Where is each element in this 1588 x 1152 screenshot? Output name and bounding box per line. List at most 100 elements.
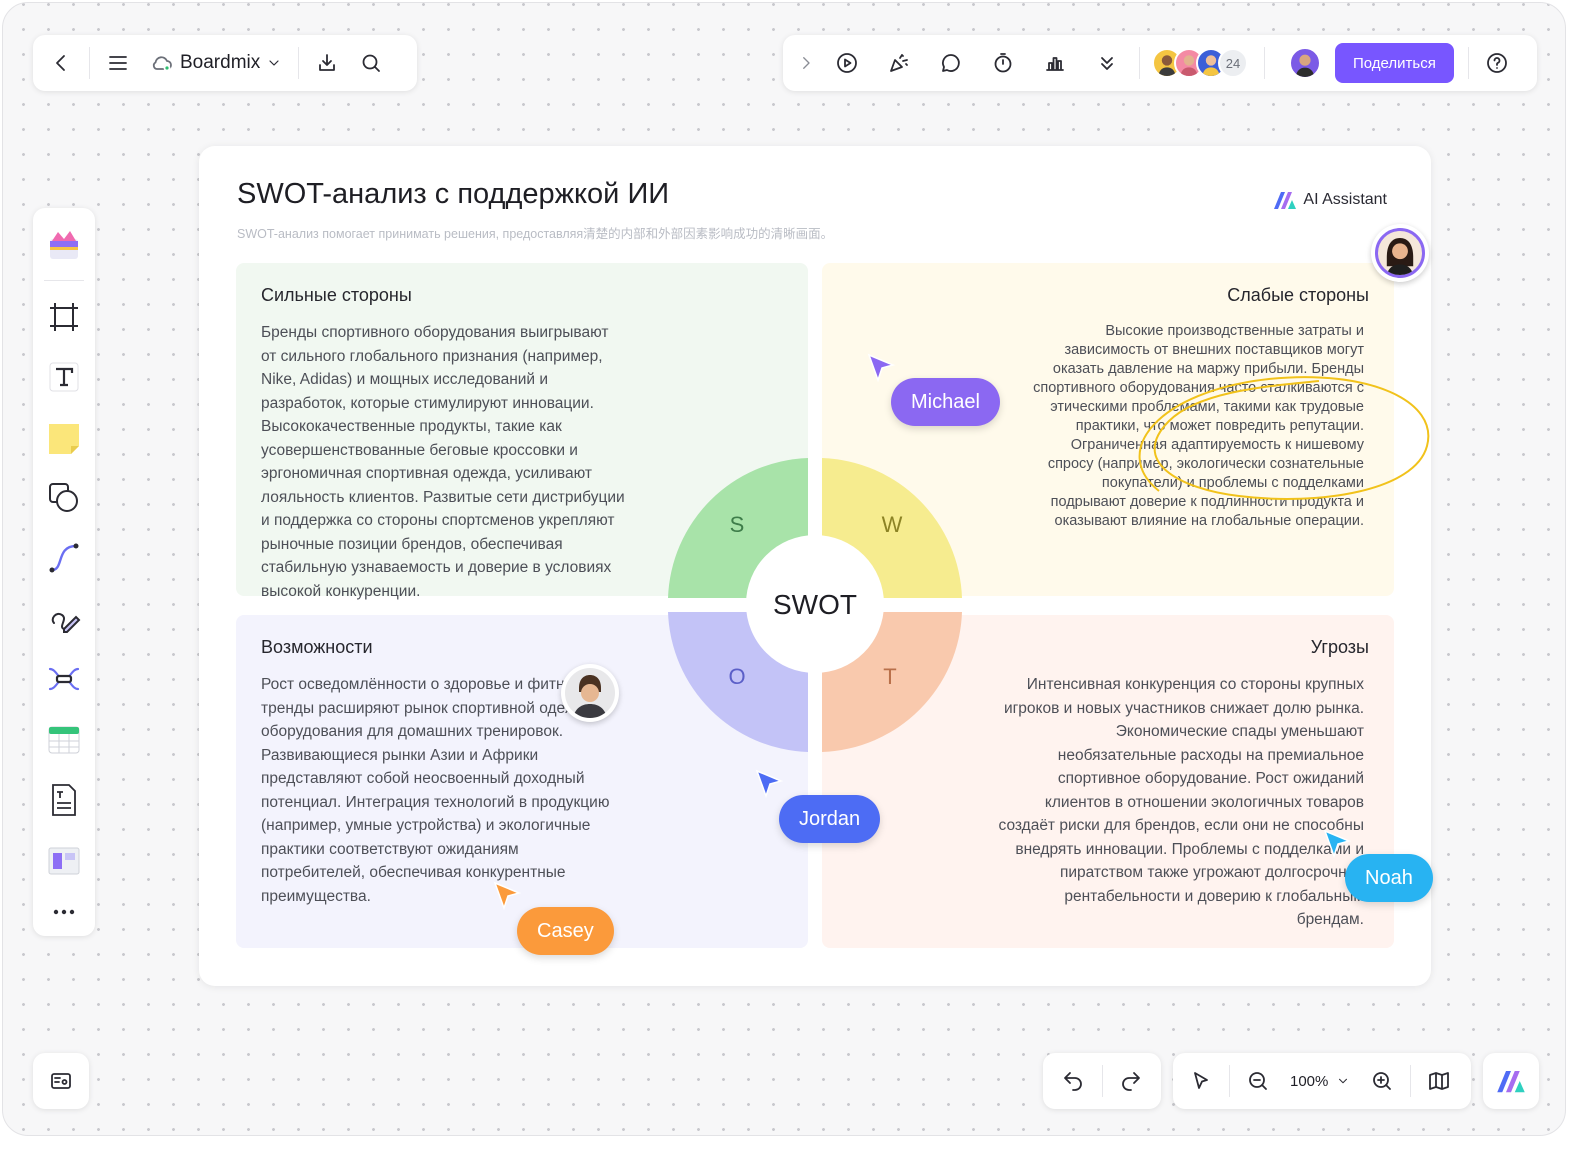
text-line: преимущества. <box>261 887 371 905</box>
cursor-label-noah: Noah <box>1345 854 1433 902</box>
map-location-icon <box>51 1073 71 1089</box>
chevron-left-icon <box>56 55 65 71</box>
strengths-title: Сильные стороны <box>261 285 412 305</box>
help-button[interactable] <box>1475 41 1519 85</box>
collapse-toolbar-button[interactable] <box>791 41 821 85</box>
text-line: брендам. <box>1296 911 1364 928</box>
text-line: клиентов в отношении экологичных товаров <box>1044 793 1364 811</box>
connector-tool[interactable] <box>39 531 89 585</box>
text-line: необязательные расходы на премиальное <box>1057 746 1364 764</box>
download-icon <box>319 54 336 71</box>
select-tool-button[interactable] <box>1179 1059 1223 1103</box>
text-line: лояльность клиентов. Развитые сети дистр… <box>261 488 625 506</box>
collaborator-count: 24 <box>1218 48 1248 78</box>
text-icon <box>49 362 79 392</box>
text-line: зависимость от внешних поставщиков могут <box>1064 342 1364 358</box>
more-tools-button[interactable] <box>1081 41 1133 85</box>
swot-letter-o: O <box>728 664 745 689</box>
avatar <box>1375 228 1425 278</box>
zoom-out-button[interactable] <box>1236 1059 1280 1103</box>
redo-button[interactable] <box>1108 1059 1153 1103</box>
tools-sidebar <box>33 208 95 936</box>
menu-button[interactable] <box>96 41 140 85</box>
templates-tool[interactable] <box>39 218 89 272</box>
opportunities-title: Возможности <box>261 637 373 657</box>
divider <box>1139 47 1140 79</box>
map-view-button[interactable] <box>1417 1059 1461 1103</box>
ai-logo-icon <box>1274 192 1297 209</box>
mind-map-icon <box>48 668 80 691</box>
vote-icon <box>1046 57 1064 71</box>
collaborator-avatars[interactable]: 24 <box>1146 48 1248 78</box>
share-button[interactable]: Поделиться <box>1335 43 1454 83</box>
text-line: стабильную узнаваемость и доверие в усло… <box>261 559 612 576</box>
swot-letter-s: S <box>730 512 745 537</box>
text-line: оказывают влияние на глобальные операции… <box>1054 513 1364 529</box>
freehand-annotation[interactable] <box>1119 361 1439 511</box>
ai-assistant-badge[interactable]: AI Assistant <box>1273 190 1387 210</box>
threats-text: Интенсивная конкуренция со стороны крупн… <box>972 673 1364 932</box>
chevron-down-icon <box>269 60 279 66</box>
sticky-note-icon <box>49 423 79 454</box>
strengths-text: Бренды спортивного оборудования выигрыва… <box>261 321 656 603</box>
page-subtitle: SWOT-анализ помогает принимать решения, … <box>237 227 834 241</box>
zoom-in-button[interactable] <box>1360 1059 1404 1103</box>
board-name-dropdown[interactable]: Boardmix <box>140 51 292 75</box>
text-line: потребителей, обеспечивая конкурентные <box>261 864 566 881</box>
pen-tool[interactable] <box>39 592 89 646</box>
back-button[interactable] <box>39 41 83 85</box>
more-tools-button[interactable] <box>39 894 89 930</box>
history-controls <box>1043 1053 1161 1109</box>
frame-icon <box>50 302 78 331</box>
connector-icon <box>49 543 79 573</box>
minimap-toggle[interactable] <box>33 1053 89 1109</box>
text-line: пиратством также угрожают долгосрочной <box>1059 864 1364 881</box>
table-tool[interactable] <box>39 713 89 767</box>
swot-letter-w: W <box>882 512 903 537</box>
text-line: разработок, которые стимулируют инноваци… <box>261 394 594 412</box>
cursor-arrow-michael <box>867 353 896 383</box>
templates-icon <box>50 231 78 260</box>
text-line: эргономичная спортивная одежда, усиливаю… <box>261 465 592 482</box>
threats-title: Угрозы <box>1310 637 1369 657</box>
document-tool[interactable] <box>39 773 89 827</box>
search-button[interactable] <box>349 41 393 85</box>
pen-icon <box>51 612 81 633</box>
mind-map-tool[interactable] <box>39 652 89 706</box>
swot-card[interactable]: SWOT-анализ с поддержкой ИИ SWOT-анализ … <box>199 146 1431 986</box>
collaborator-avatar-pin[interactable] <box>1371 224 1429 282</box>
layout-tool[interactable] <box>39 834 89 888</box>
text-line: представляют собой неосвоенный доходный <box>261 770 585 787</box>
swot-wheel[interactable]: SWOT S W O T <box>666 456 966 756</box>
cursor-arrow-casey <box>493 881 522 911</box>
cursor-label-casey: Casey <box>517 907 614 955</box>
undo-button[interactable] <box>1051 1059 1096 1103</box>
ai-button[interactable] <box>1483 1053 1539 1109</box>
divider <box>1229 1065 1230 1097</box>
divider <box>44 280 84 282</box>
divider <box>1101 1065 1103 1097</box>
presentation-button[interactable] <box>821 41 873 85</box>
collaborator-avatar-pin[interactable] <box>561 664 619 722</box>
text-line: игроков и новых участников снижает долю … <box>1003 699 1364 717</box>
shape-tool[interactable] <box>39 471 89 525</box>
double-chevron-down-icon <box>1101 57 1113 70</box>
comment-button[interactable] <box>925 41 977 85</box>
cursor-icon <box>1194 1072 1208 1089</box>
text-line: создаёт риски для брендов, если они не с… <box>998 817 1364 834</box>
celebrate-button[interactable] <box>873 41 925 85</box>
timer-button[interactable] <box>977 41 1029 85</box>
document-icon <box>52 784 76 817</box>
zoom-in-icon <box>1373 1072 1392 1090</box>
text-tool[interactable] <box>39 350 89 404</box>
current-user-avatar[interactable] <box>1289 47 1321 79</box>
vote-button[interactable] <box>1029 41 1081 85</box>
frame-tool[interactable] <box>39 289 89 343</box>
cursor-label-michael: Michael <box>891 378 1000 426</box>
weaknesses-title: Слабые стороны <box>1227 285 1369 305</box>
avatar <box>565 668 615 718</box>
divider <box>298 47 300 79</box>
export-button[interactable] <box>305 41 349 85</box>
zoom-level-dropdown[interactable]: 100% <box>1280 1073 1360 1090</box>
sticky-note-tool[interactable] <box>39 410 89 464</box>
